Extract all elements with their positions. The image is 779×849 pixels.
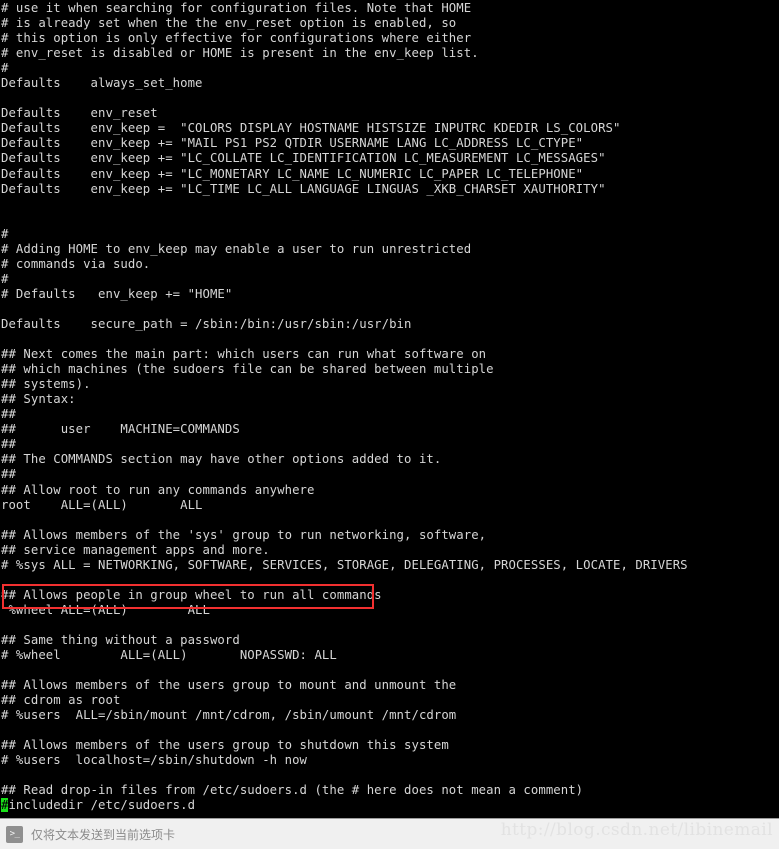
terminal-line: root ALL=(ALL) ALL [1,497,203,512]
terminal-line: ## [1,407,16,422]
terminal-prompt-icon[interactable]: >_ [6,825,23,843]
terminal-line: Defaults env_keep += "LC_MONETARY LC_NAM… [1,166,584,181]
terminal-line: ## Allows members of the users group to … [1,738,449,753]
terminal-line: ## Same thing without a password [1,632,240,647]
terminal-line: # commands via sudo. [1,256,151,271]
terminal-line: # [1,61,9,76]
terminal-line: # this option is only effective for conf… [1,31,472,46]
terminal-line: Defaults secure_path = /sbin:/bin:/usr/s… [1,316,412,331]
terminal-line: # %sys ALL = NETWORKING, SOFTWARE, SERVI… [1,557,688,572]
terminal-line: # Adding HOME to env_keep may enable a u… [1,241,472,256]
terminal-line: # %users ALL=/sbin/mount /mnt/cdrom, /sb… [1,708,457,723]
terminal-prompt-icon-glyph: >_ [9,828,20,839]
terminal-line: Defaults env_reset [1,106,158,121]
terminal-line: ## Next comes the main part: which users… [1,347,487,362]
terminal-line: ## service management apps and more. [1,542,270,557]
terminal-line-list: # use it when searching for configuratio… [1,1,779,812]
terminal-line: Defaults env_keep = "COLORS DISPLAY HOST… [1,121,621,136]
status-bar-label: 仅将文本发送到当前选项卡 [31,827,176,842]
terminal-line: ## Allows members of the users group to … [1,678,457,693]
terminal-line: # is already set when the the env_reset … [1,16,457,31]
status-bar: >_ 仅将文本发送到当前选项卡 [0,818,779,849]
text-cursor: # [1,798,9,812]
terminal-line: # Defaults env_keep += "HOME" [1,286,233,301]
terminal-line: # env_reset is disabled or HOME is prese… [1,46,479,61]
terminal-line: ## [1,467,16,482]
terminal-line: Defaults env_keep += "LC_COLLATE LC_IDEN… [1,151,606,166]
terminal-line: ## cdrom as root [1,693,121,708]
terminal-text-area[interactable]: # use it when searching for configuratio… [0,0,779,812]
terminal-line: Defaults env_keep += "LC_TIME LC_ALL LAN… [1,181,606,196]
terminal-line: ## user MACHINE=COMMANDS [1,422,240,437]
terminal-line: #includedir /etc/sudoers.d [1,798,196,812]
terminal-line: ## The COMMANDS section may have other o… [1,452,442,467]
terminal-line: # %wheel ALL=(ALL) NOPASSWD: ALL [1,648,337,663]
terminal-line: ## which machines (the sudoers file can … [1,362,494,377]
terminal-line: Defaults env_keep += "MAIL PS1 PS2 QTDIR… [1,136,584,151]
terminal-line: ## Syntax: [1,392,76,407]
terminal-line: # [1,226,9,241]
terminal-window: # use it when searching for configuratio… [0,0,779,849]
terminal-line: # use it when searching for configuratio… [1,1,472,15]
terminal-line: # %users localhost=/sbin/shutdown -h now [1,753,307,768]
terminal-line: Defaults always_set_home [1,76,203,91]
terminal-line: # [1,271,9,286]
terminal-line: ## Read drop-in files from /etc/sudoers.… [1,783,584,798]
terminal-line: ## Allow root to run any commands anywhe… [1,482,315,497]
terminal-line: ## [1,437,16,452]
terminal-line: ## Allows members of the 'sys' group to … [1,527,487,542]
terminal-line: %wheel ALL=(ALL) ALL [1,602,210,617]
terminal-line: ## systems). [1,377,91,392]
terminal-line: ## Allows people in group wheel to run a… [1,587,382,602]
